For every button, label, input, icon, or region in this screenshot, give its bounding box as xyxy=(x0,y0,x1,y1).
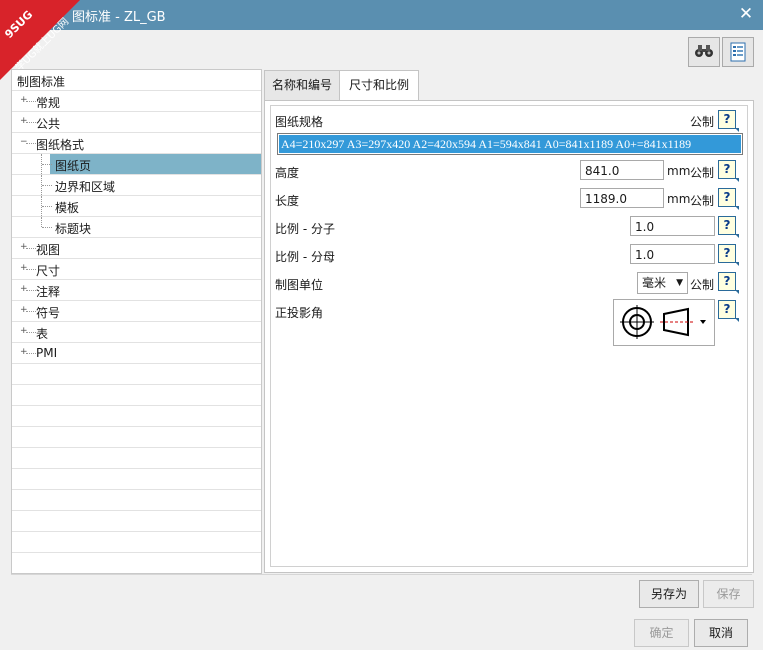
tree-item-label: 图纸格式 xyxy=(36,138,85,152)
tree-connector xyxy=(42,185,52,187)
tree-item-label: 常规 xyxy=(36,96,61,110)
tree-empty-row xyxy=(12,385,261,406)
find-button[interactable] xyxy=(688,37,720,67)
tree-item-dimension[interactable]: + 尺寸 xyxy=(12,259,261,280)
tree-item-common[interactable]: + 公共 xyxy=(12,112,261,133)
tree-item-title-block[interactable]: 标题块 xyxy=(12,217,261,238)
projection-angle-label: 正投影角 xyxy=(275,306,324,320)
tree-item-label: 视图 xyxy=(36,243,61,257)
tree-empty-row xyxy=(12,448,261,469)
tree-item-label: 公共 xyxy=(36,117,61,131)
drawing-units-select[interactable]: 毫米 ▼ xyxy=(637,272,688,294)
tree-item-template[interactable]: 模板 xyxy=(12,196,261,217)
help-icon[interactable]: ? xyxy=(718,244,739,266)
units-metric-label: 公制 xyxy=(690,278,715,292)
save-button[interactable]: 保存 xyxy=(703,580,754,608)
scale-numerator-label: 比例 - 分子 xyxy=(275,222,335,236)
tree-connector xyxy=(26,311,36,313)
tree-root-label: 制图标准 xyxy=(17,75,66,89)
tree-empty-row xyxy=(12,469,261,490)
tree-connector xyxy=(26,248,36,250)
tree-item-drawing-sheet[interactable]: 图纸页 xyxy=(12,154,261,175)
chevron-down-icon: ▼ xyxy=(676,278,683,288)
tree-connector xyxy=(26,122,36,124)
tree-connector xyxy=(26,269,36,271)
projection-angle-select[interactable] xyxy=(613,299,715,346)
tree-item-label: 注释 xyxy=(36,285,61,299)
height-input[interactable]: 841.0 xyxy=(580,160,664,180)
tree-empty-row xyxy=(12,511,261,532)
drawing-units-value: 毫米 xyxy=(642,276,667,290)
tree-item-label: PMI xyxy=(36,346,58,360)
help-icon[interactable]: ? xyxy=(718,110,739,132)
help-icon[interactable]: ? xyxy=(718,160,739,182)
tree-empty-row xyxy=(12,553,261,573)
tree-item-borders-zones[interactable]: 边界和区域 xyxy=(12,175,261,196)
tree-connector xyxy=(42,206,52,208)
tree-connector xyxy=(41,217,43,227)
first-angle-projection-icon xyxy=(620,305,706,339)
scale-denominator-label: 比例 - 分母 xyxy=(275,250,335,264)
tab-size-and-scale[interactable]: 尺寸和比例 xyxy=(339,70,419,102)
sheet-spec-list[interactable]: A4=210x297 A3=297x420 A2=420x594 A1=594x… xyxy=(277,133,743,155)
tree-connector xyxy=(26,353,36,355)
tree-item-label: 图纸页 xyxy=(55,159,92,173)
scale-denominator-input[interactable]: 1.0 xyxy=(630,244,715,264)
metric-label: 公制 xyxy=(690,115,715,129)
tree-root[interactable]: 制图标准 xyxy=(12,70,261,91)
standards-tree: 制图标准 + 常规 + 公共 − 图纸格式 图纸页 边界和区域 模板 标题块 + xyxy=(11,69,262,574)
help-icon[interactable]: ? xyxy=(718,216,739,238)
tree-item-drawing-format[interactable]: − 图纸格式 xyxy=(12,133,261,154)
tree-item-label: 边界和区域 xyxy=(55,180,116,194)
tree-item-label: 表 xyxy=(36,327,49,341)
window-title: 图标准 - ZL_GB xyxy=(72,10,166,25)
tree-connector xyxy=(26,143,36,145)
tree-item-annotation[interactable]: + 注释 xyxy=(12,280,261,301)
sheet-list-button[interactable] xyxy=(722,37,754,67)
help-icon[interactable]: ? xyxy=(718,300,739,322)
tree-connector xyxy=(26,290,36,292)
tree-item-label: 符号 xyxy=(36,306,61,320)
tree-empty-row xyxy=(12,406,261,427)
ok-button[interactable]: 确定 xyxy=(634,619,689,647)
height-label: 高度 xyxy=(275,166,300,180)
divider xyxy=(11,574,752,575)
drawing-units-label: 制图单位 xyxy=(275,278,324,292)
save-as-button[interactable]: 另存为 xyxy=(639,580,699,608)
height-unit: mm xyxy=(667,164,691,178)
tree-connector xyxy=(42,164,52,166)
tree-item-view[interactable]: + 视图 xyxy=(12,238,261,259)
tree-empty-row xyxy=(12,490,261,511)
tree-connector xyxy=(26,101,36,103)
help-icon[interactable]: ? xyxy=(718,272,739,294)
tree-item-symbol[interactable]: + 符号 xyxy=(12,301,261,322)
tree-item-general[interactable]: + 常规 xyxy=(12,91,261,112)
tree-item-pmi[interactable]: + PMI xyxy=(12,343,261,364)
title-bar: 图标准 - ZL_GB ✕ xyxy=(0,0,763,30)
tree-item-label: 模板 xyxy=(55,201,80,215)
sheet-spec-value[interactable]: A4=210x297 A3=297x420 A2=420x594 A1=594x… xyxy=(279,135,741,153)
height-metric-label: 公制 xyxy=(690,166,715,180)
tree-item-table[interactable]: + 表 xyxy=(12,322,261,343)
cancel-button[interactable]: 取消 xyxy=(694,619,748,647)
length-metric-label: 公制 xyxy=(690,194,715,208)
help-icon[interactable]: ? xyxy=(718,188,739,210)
binoculars-icon xyxy=(695,45,713,57)
settings-panel: 图纸规格 公制 ? A4=210x297 A3=297x420 A2=420x5… xyxy=(264,100,754,573)
tab-name-and-number[interactable]: 名称和编号 xyxy=(264,70,340,101)
tree-empty-row xyxy=(12,364,261,385)
tree-connector xyxy=(42,227,52,229)
sheet-list-icon xyxy=(730,42,746,62)
length-label: 长度 xyxy=(275,194,300,208)
tree-empty-row xyxy=(12,427,261,448)
tree-empty-row xyxy=(12,532,261,553)
length-input[interactable]: 1189.0 xyxy=(580,188,664,208)
tree-connector xyxy=(26,332,36,334)
tree-item-label: 尺寸 xyxy=(36,264,61,278)
close-icon[interactable]: ✕ xyxy=(737,4,755,24)
scale-numerator-input[interactable]: 1.0 xyxy=(630,216,715,236)
sheet-spec-label: 图纸规格 xyxy=(275,115,324,129)
length-unit: mm xyxy=(667,192,691,206)
tree-item-label: 标题块 xyxy=(55,222,92,236)
